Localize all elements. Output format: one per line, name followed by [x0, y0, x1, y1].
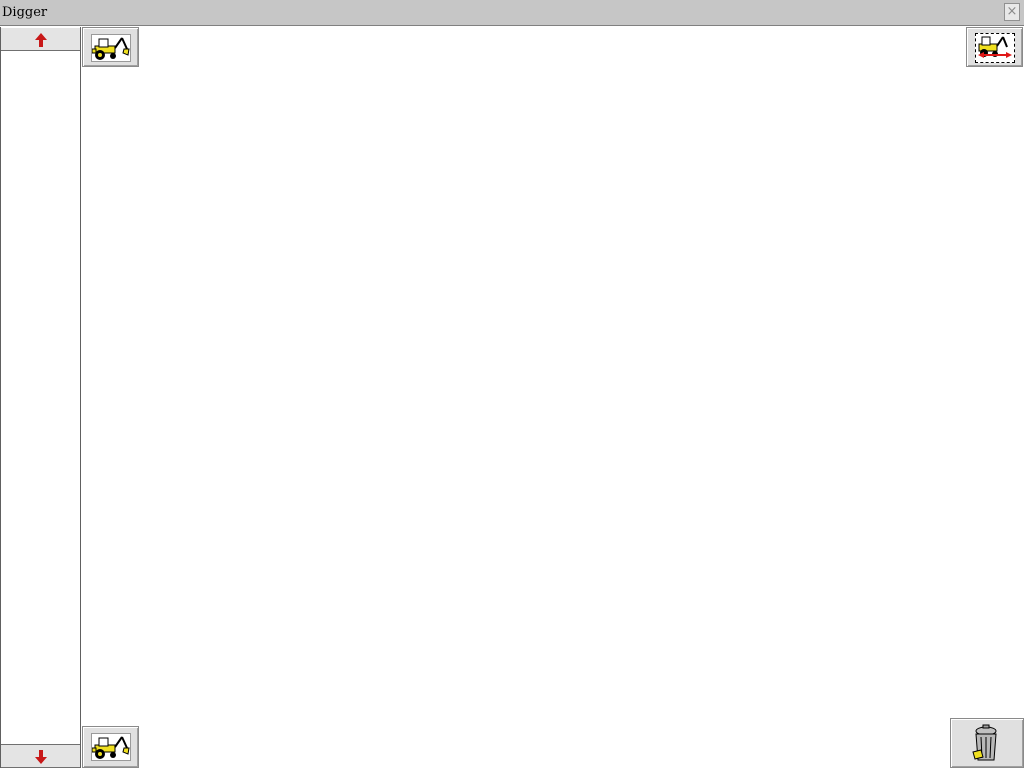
canvas-area[interactable] [81, 27, 1024, 768]
digger-tool-button-top[interactable] [82, 27, 139, 67]
digger-icon [92, 736, 130, 759]
digger-tool-button-bottom[interactable] [82, 726, 139, 768]
window-title: Digger [2, 5, 48, 20]
arrow-up-icon [35, 33, 47, 47]
trash-button[interactable] [950, 718, 1024, 768]
sidebar-list[interactable] [0, 27, 81, 768]
digger-selection-button[interactable] [966, 27, 1023, 67]
close-button[interactable]: × [1004, 3, 1020, 21]
scroll-down-button[interactable] [1, 744, 80, 768]
digger-selection-icon [978, 36, 1012, 58]
digger-window: Digger × [0, 0, 1024, 768]
close-icon: × [1006, 4, 1018, 19]
scroll-up-button[interactable] [1, 27, 80, 51]
trash-can-icon [972, 724, 997, 761]
arrow-down-icon [35, 750, 47, 764]
digger-icon [92, 37, 130, 60]
title-bar[interactable]: Digger × [0, 0, 1024, 26]
